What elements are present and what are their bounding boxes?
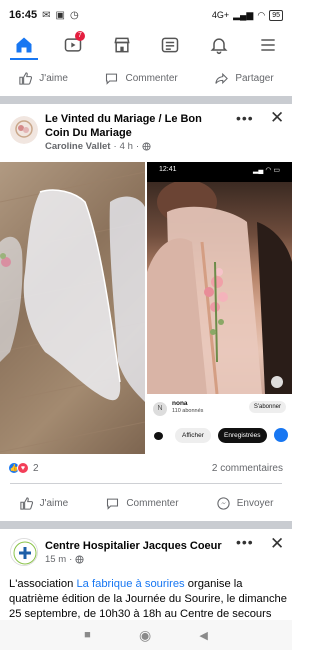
wifi-icon: ◠: [257, 9, 266, 20]
more-options-icon[interactable]: •••: [236, 110, 254, 126]
nav-watch[interactable]: 7: [55, 30, 91, 60]
comment-icon: [107, 498, 119, 510]
main-navigation: 7: [0, 30, 292, 60]
watch-badge: 7: [74, 31, 85, 41]
post1-comment-button[interactable]: Commenter: [105, 496, 179, 511]
post1-actions: J'aime Commenter Envoyer: [0, 485, 292, 521]
close-icon[interactable]: ✕: [270, 108, 284, 128]
news-icon: [162, 37, 179, 53]
nav-notifications[interactable]: [201, 30, 237, 60]
battery-indicator: 95: [269, 9, 283, 21]
share-label: Partager: [235, 72, 274, 84]
author-name[interactable]: Caroline Vallet: [45, 141, 110, 152]
post1-header: Le Vinted du Mariage / Le Bon Coin Du Ma…: [0, 104, 292, 166]
android-navigation-bar: ■ ◉ ◀: [0, 620, 292, 650]
globe-icon: [142, 142, 151, 151]
instagram-screenshot[interactable]: 12:41 ▂▄ ◠ ▭ N nona 110 abonnés S'abonne…: [147, 162, 292, 454]
association-link[interactable]: La fabrique à sourires: [76, 578, 184, 590]
screenshot-saved-button: Enregistrées: [218, 428, 267, 443]
status-time: 16:45: [9, 9, 38, 21]
screenshot-show-button: Afficher: [175, 428, 211, 443]
hamburger-menu-icon: [260, 39, 275, 51]
bell-icon: [210, 38, 228, 55]
post-time[interactable]: 15 m: [45, 554, 66, 565]
screenshot-avatar: N: [153, 402, 167, 416]
messenger-icon: [217, 496, 230, 510]
screenshot-time: 12:41: [159, 166, 177, 173]
like-label: J'aime: [39, 72, 68, 84]
like-button[interactable]: J'aime: [18, 71, 68, 86]
actions-divider: [10, 483, 282, 484]
home-icon: [16, 37, 32, 53]
meta-separator: ·: [113, 141, 117, 152]
group-avatar[interactable]: [10, 116, 38, 144]
gallery-notification-icon: ▣: [55, 9, 65, 21]
close-icon[interactable]: ✕: [270, 534, 284, 554]
screenshot-followers: 110 abonnés: [172, 408, 204, 414]
nav-marketplace[interactable]: [104, 30, 140, 60]
wedding-veil-photo[interactable]: [0, 162, 145, 454]
meta-separator: ·: [69, 554, 73, 565]
reactions-summary[interactable]: 👍 ♥ 2: [8, 462, 39, 474]
post1-like-button[interactable]: J'aime: [19, 496, 69, 511]
network-indicator: 4G+: [211, 10, 230, 20]
comments-count[interactable]: 2 commentaires: [212, 463, 283, 474]
screenshot-status: 12:41 ▂▄ ◠ ▭: [147, 166, 292, 174]
post1-meta: Caroline Vallet · 4 h ·: [45, 141, 151, 152]
chair-decoration-photo: [147, 182, 292, 394]
post1-photos[interactable]: 12:41 ▂▄ ◠ ▭ N nona 110 abonnés S'abonne…: [0, 162, 292, 454]
reactions-count: 2: [33, 462, 39, 474]
screenshot-comment-icon: [154, 432, 163, 440]
globe-icon: [75, 555, 84, 564]
post1-send-button[interactable]: Envoyer: [216, 496, 274, 511]
send-label: Envoyer: [236, 497, 274, 509]
home-button-icon[interactable]: ◉: [139, 627, 151, 644]
page-avatar[interactable]: [10, 538, 38, 566]
message-notification-icon: ✉: [42, 9, 51, 21]
signal-icon: ▂▄▆: [233, 9, 254, 20]
feed-separator: [0, 521, 292, 529]
screenshot-signal-icon: ▂▄ ◠ ▭: [253, 167, 280, 174]
group-name[interactable]: Le Vinted du Mariage / Le Bon Coin Du Ma…: [45, 112, 225, 140]
post2-text-before: L'association: [9, 578, 77, 590]
comment-label: Commenter: [125, 72, 178, 84]
share-button[interactable]: Partager: [214, 71, 274, 86]
comment-icon: [106, 73, 118, 85]
like-label: J'aime: [39, 497, 69, 509]
comment-button[interactable]: Commenter: [104, 71, 178, 86]
love-reaction-icon: ♥: [17, 462, 29, 474]
nav-menu[interactable]: [250, 30, 286, 60]
recent-apps-icon[interactable]: ■: [84, 629, 91, 641]
meta-separator: ·: [135, 141, 140, 152]
screenshot-subscribe: S'abonner: [248, 401, 286, 413]
alarm-icon: ◷: [69, 9, 79, 21]
nav-news[interactable]: [152, 30, 188, 60]
feed-separator: [0, 96, 292, 104]
screenshot-profile-bar: N nona 110 abonnés S'abonner Afficher En…: [147, 394, 292, 454]
screenshot-username: nona: [172, 400, 188, 407]
screenshot-messenger-icon: [274, 428, 288, 442]
share-icon: [215, 72, 229, 84]
page-name[interactable]: Centre Hospitalier Jacques Coeur: [45, 539, 245, 553]
post-time[interactable]: 4 h: [120, 141, 133, 152]
previous-post-actions: J'aime Commenter Partager: [0, 60, 292, 96]
nav-home[interactable]: [6, 30, 42, 60]
status-bar: 16:45 ✉ ▣ ◷ 4G+ ▂▄▆ ◠ 95: [0, 0, 292, 30]
thumbs-up-icon: [19, 496, 33, 510]
more-options-icon[interactable]: •••: [236, 534, 254, 550]
shop-icon: [114, 37, 130, 53]
post2-meta: 15 m ·: [45, 554, 84, 565]
thumbs-up-icon: [19, 71, 33, 85]
comment-label: Commenter: [126, 497, 179, 509]
back-icon[interactable]: ◀: [199, 629, 207, 642]
